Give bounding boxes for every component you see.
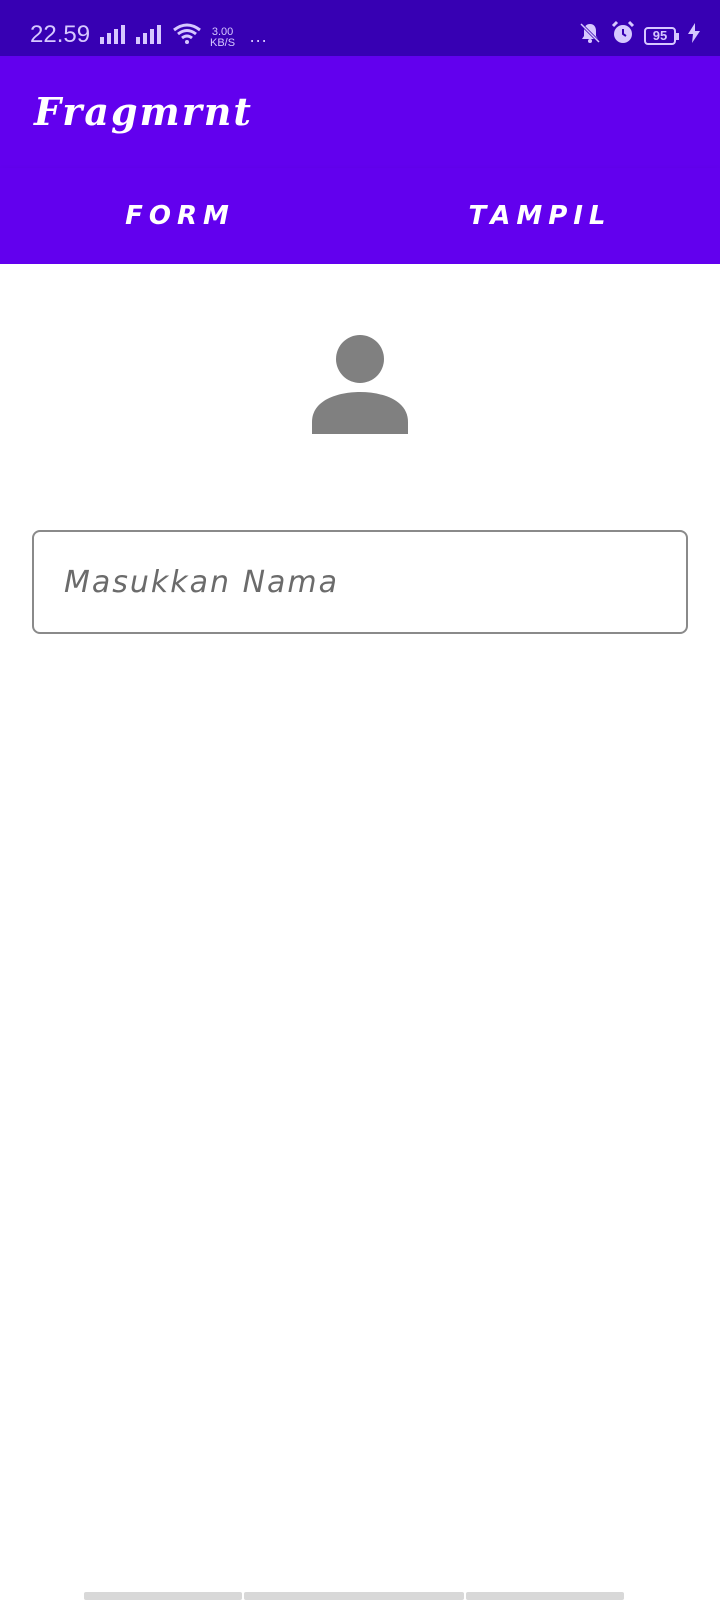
network-speed: 3.00 KB/S [210,27,235,49]
status-time: 22.59 [30,21,91,48]
signal-icon [136,24,164,49]
tab-form-label: FORM [125,201,235,231]
battery-icon: 95 [644,26,679,45]
network-speed-unit: KB/S [210,37,236,49]
nav-handle-left [84,1592,242,1600]
nav-handle-center [244,1592,464,1600]
tab-tampil[interactable]: TAMPIL [360,168,720,264]
person-icon [310,334,410,434]
tab-bar: FORM TAMPIL [0,168,720,264]
status-left-icons: 3.00 KB/S ··· [100,22,267,49]
app-bar: Fragmrnt [0,56,720,168]
charging-icon [688,23,700,48]
battery-level: 95 [652,28,668,43]
form-fragment [0,264,720,1600]
app-title: Fragmrnt [34,89,253,134]
more-dots-icon: ··· [249,30,268,50]
tab-form[interactable]: FORM [0,168,360,264]
wifi-icon [172,22,202,49]
mute-bell-icon [578,21,602,50]
status-bar: 22.59 3.00 KB/S ··· 95 [0,0,720,56]
name-field[interactable] [32,530,688,634]
name-input[interactable] [64,532,644,632]
tab-tampil-label: TAMPIL [468,201,612,231]
status-right-icons: 95 [578,20,700,51]
alarm-icon [610,20,636,51]
nav-handle-right [466,1592,624,1600]
signal-icon [100,24,128,49]
